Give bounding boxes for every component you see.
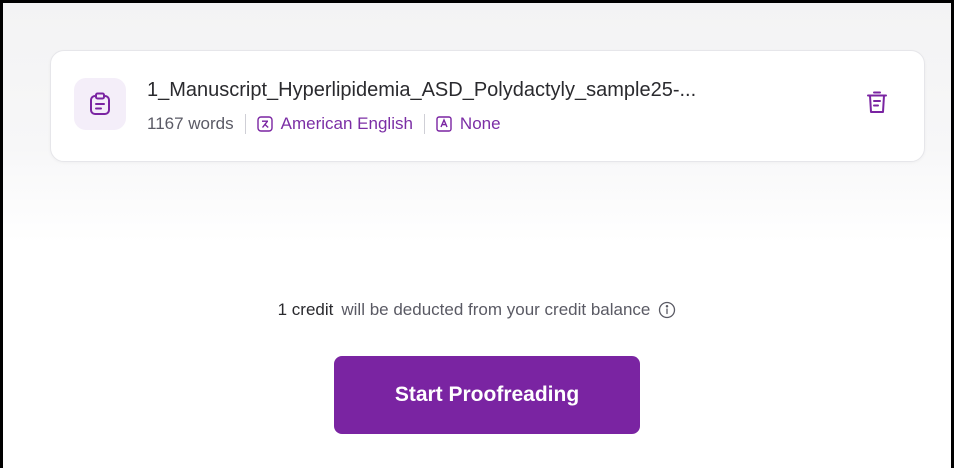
credit-notice: 1 credit will be deducted from your cred… [3,300,951,320]
file-meta: 1167 words American English None [147,114,501,134]
language-setting: American English [256,114,413,134]
proofreading-panel: 1_Manuscript_Hyperlipidemia_ASD_Polydact… [0,0,954,468]
style-label: None [459,114,501,133]
file-card: 1_Manuscript_Hyperlipidemia_ASD_Polydact… [50,50,925,162]
language-icon [256,116,273,132]
file-name: 1_Manuscript_Hyperlipidemia_ASD_Polydact… [147,79,697,101]
start-proofreading-button[interactable]: Start Proofreading [334,356,640,434]
info-icon[interactable] [658,301,676,319]
language-label: American English [280,114,413,133]
divider [423,114,425,134]
trash-icon [867,91,887,113]
credit-message: will be deducted from your credit balanc… [341,300,651,319]
delete-file-button[interactable] [859,84,895,120]
style-guide-icon [436,116,452,132]
credit-amount: 1 credit [277,300,334,319]
divider [244,114,246,134]
clipboard-document-icon [74,78,126,130]
style-setting: None [436,114,501,134]
word-count: 1167 words [147,114,234,133]
